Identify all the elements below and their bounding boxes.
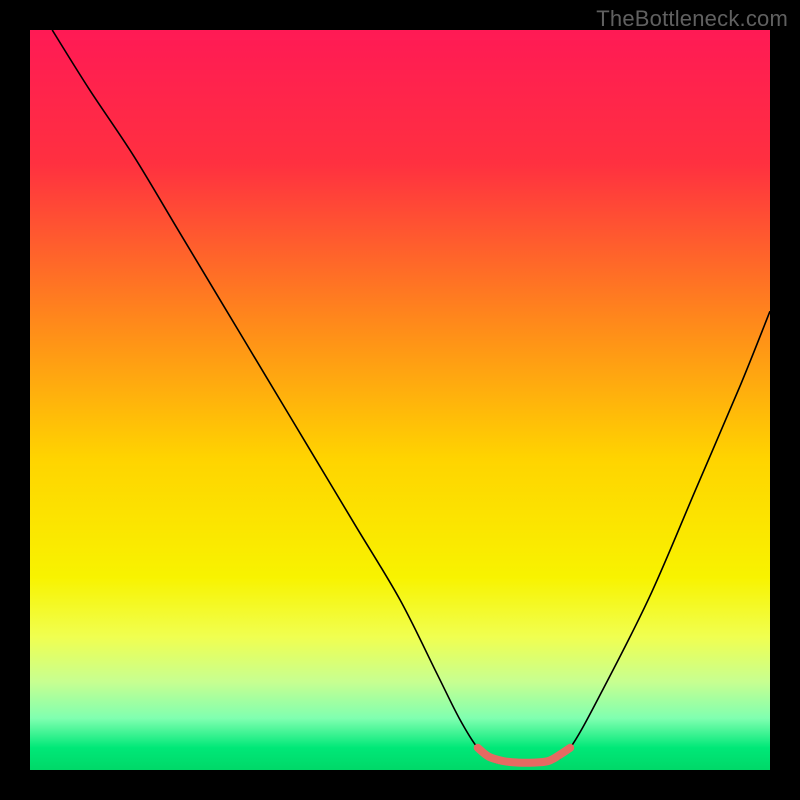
chart-background	[30, 30, 770, 770]
watermark-text: TheBottleneck.com	[596, 6, 788, 32]
chart-svg	[30, 30, 770, 770]
chart-frame	[30, 30, 770, 770]
